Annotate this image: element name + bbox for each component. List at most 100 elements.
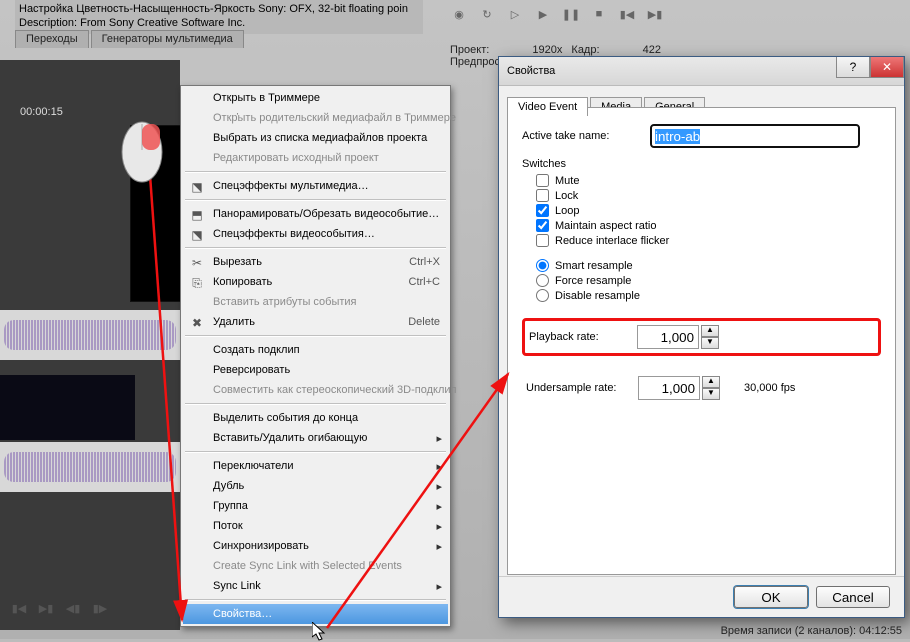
mi-cut[interactable]: ✂ВырезатьCtrl+X [183,252,448,272]
tl-next-button[interactable]: ▶▮ [35,598,57,618]
timeline-transport: ▮◀ ▶▮ ◀▮ ▮▶ [8,598,111,618]
submenu-arrow-icon: ▸ [436,460,442,473]
frame-value: 422 [643,44,661,56]
active-take-label: Active take name: [522,130,644,142]
mi-event-fx[interactable]: ⬔Спецэффекты видеособытия… [183,224,448,244]
tl-step-fwd-button[interactable]: ▮▶ [89,598,111,618]
separator [185,451,446,453]
aspect-checkbox-row[interactable]: Maintain aspect ratio [536,219,881,232]
submenu-arrow-icon: ▸ [436,580,442,593]
window-buttons: ? ✕ [836,57,904,78]
mi-stream[interactable]: Поток▸ [183,516,448,536]
active-take-input[interactable] [650,124,860,148]
disable-resample-row[interactable]: Disable resample [536,289,881,302]
video-event-page: Active take name: Switches Mute Lock Loo… [507,107,896,575]
mi-paste-attrs: Вставить атрибуты события [183,292,448,312]
mi-reverse[interactable]: Реверсировать [183,360,448,380]
mi-sync-link[interactable]: Sync Link▸ [183,576,448,596]
next-frame-button[interactable]: ▶▮ [644,4,666,24]
mi-sync[interactable]: Синхронизировать▸ [183,536,448,556]
tl-step-back-button[interactable]: ◀▮ [62,598,84,618]
playback-rate-row: Playback rate: ▲▼ [522,318,881,356]
lock-checkbox[interactable] [536,189,549,202]
undersample-rate-input[interactable] [638,376,700,400]
prev-frame-button[interactable]: ▮◀ [616,4,638,24]
submenu-arrow-icon: ▸ [436,540,442,553]
close-button[interactable]: ✕ [870,57,904,78]
chevron-up-icon[interactable]: ▲ [701,325,719,337]
reduce-checkbox[interactable] [536,234,549,247]
mi-select-to-end[interactable]: Выделить события до конца [183,408,448,428]
mi-pan-crop[interactable]: ⬒Панорамировать/Обрезать видеособытие… [183,204,448,224]
submenu-arrow-icon: ▸ [436,500,442,513]
force-resample-radio[interactable] [536,274,549,287]
project-label: Проект: [450,44,489,56]
mi-properties[interactable]: Свойства… [183,604,448,624]
tab-media-generators[interactable]: Генераторы мультимедиа [91,30,244,48]
mouse-illustration-icon [120,120,164,184]
chevron-up-icon[interactable]: ▲ [702,376,720,388]
dialog-footer: OK Cancel [499,576,904,617]
fps-label: 30,000 fps [744,382,795,394]
ok-button[interactable]: OK [734,586,808,608]
aspect-checkbox[interactable] [536,219,549,232]
playback-rate-spinner[interactable]: ▲▼ [701,325,719,349]
loop-checkbox-row[interactable]: Loop [536,204,881,217]
mi-take[interactable]: Дубль▸ [183,476,448,496]
mi-create-subclip[interactable]: Создать подклип [183,340,448,360]
force-resample-row[interactable]: Force resample [536,274,881,287]
mi-open-parent: Откр҆ыть родительский медиафайл в Тримме… [183,108,448,128]
disable-resample-radio[interactable] [536,289,549,302]
undersample-rate-row: Undersample rate: ▲▼ 30,000 fps [522,372,881,404]
shortcut: Ctrl+C [409,276,440,288]
shortcut: Delete [408,316,440,328]
tl-prev-button[interactable]: ▮◀ [8,598,30,618]
status-bar-record-time: Время записи (2 каналов): 04:12:55 [721,625,902,637]
chevron-down-icon[interactable]: ▼ [702,388,720,400]
tab-video-event[interactable]: Video Event [507,97,588,116]
fx-icon: ⬔ [189,179,205,195]
play-from-start-button[interactable]: ▷ [504,4,526,24]
preview-transport: ◉ ↻ ▷ ▶ ❚❚ ■ ▮◀ ▶▮ [448,4,666,24]
lock-checkbox-row[interactable]: Lock [536,189,881,202]
stop-button[interactable]: ■ [588,4,610,24]
play-button[interactable]: ▶ [532,4,554,24]
smart-resample-radio[interactable] [536,259,549,272]
record-button[interactable]: ◉ [448,4,470,24]
properties-dialog: Свойства ? ✕ Video Event Media General A… [498,56,905,618]
separator [185,199,446,201]
mute-checkbox[interactable] [536,174,549,187]
audio-clip-2[interactable] [0,442,180,492]
mi-combine-stereo: Совместить как стереоскопический 3D-подк… [183,380,448,400]
frame-label: Кадр: [571,44,599,56]
undersample-rate-spinner[interactable]: ▲▼ [702,376,720,400]
mi-create-sync-link: Create Sync Link with Selected Events [183,556,448,576]
mi-open-trimmer[interactable]: Открыть в Триммере [183,88,448,108]
fx-name-line: Настройка Цветность-Насыщенность-Яркость… [19,2,419,16]
mi-switches[interactable]: Переключатели▸ [183,456,448,476]
audio-clip-1[interactable] [0,310,180,360]
mi-media-fx[interactable]: ⬔Спецэффекты мультимедиа… [183,176,448,196]
video-clip-thumb-2[interactable] [0,375,135,440]
mi-delete[interactable]: ✖УдалитьDelete [183,312,448,332]
dialog-titlebar[interactable]: Свойства ? ✕ [499,57,904,86]
playback-rate-input[interactable] [637,325,699,349]
pause-button[interactable]: ❚❚ [560,4,582,24]
separator [185,171,446,173]
mi-group[interactable]: Группа▸ [183,496,448,516]
preview-label: Предпрос [450,56,500,68]
mute-checkbox-row[interactable]: Mute [536,174,881,187]
loop-button[interactable]: ↻ [476,4,498,24]
smart-resample-row[interactable]: Smart resample [536,259,881,272]
event-context-menu: Открыть в Триммере Откр҆ыть родительский… [180,85,451,627]
mi-select-media[interactable]: Выбрать из списка медиафайлов проекта [183,128,448,148]
tab-transitions[interactable]: Переходы [15,30,89,48]
chevron-down-icon[interactable]: ▼ [701,337,719,349]
reduce-checkbox-row[interactable]: Reduce interlace flicker [536,234,881,247]
cancel-button[interactable]: Cancel [816,586,890,608]
mi-copy[interactable]: ⎘КопироватьCtrl+C [183,272,448,292]
loop-checkbox[interactable] [536,204,549,217]
mi-insert-remove-env[interactable]: Вставить/Удалить огибающую▸ [183,428,448,448]
help-button[interactable]: ? [836,57,870,78]
switches-group-label: Switches [522,158,881,170]
